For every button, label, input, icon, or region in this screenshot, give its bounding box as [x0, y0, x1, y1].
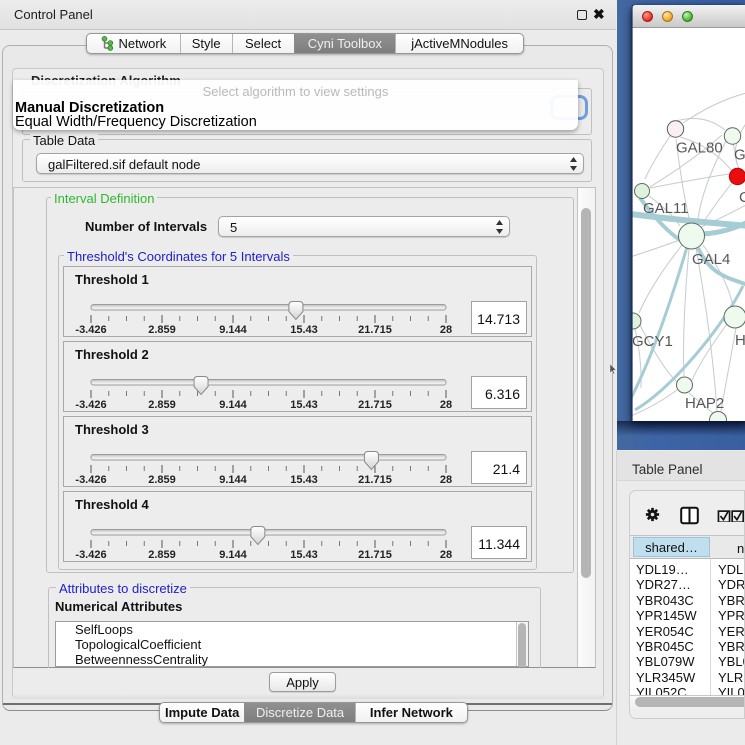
svg-text:2.859: 2.859: [148, 399, 176, 411]
svg-text:-3.426: -3.426: [75, 399, 106, 411]
svg-text:9.144: 9.144: [219, 549, 247, 561]
svg-text:21.715: 21.715: [358, 324, 392, 336]
svg-text:-3.426: -3.426: [75, 324, 106, 336]
svg-text:2.859: 2.859: [148, 474, 176, 486]
svg-text:9.144: 9.144: [219, 399, 247, 411]
svg-text:15.43: 15.43: [290, 474, 318, 486]
svg-text:2.859: 2.859: [148, 549, 176, 561]
svg-text:H: H: [735, 332, 745, 349]
svg-text:28: 28: [440, 474, 452, 486]
svg-text:GCY1: GCY1: [632, 333, 673, 350]
svg-text:-3.426: -3.426: [75, 474, 106, 486]
svg-text:28: 28: [440, 549, 452, 561]
svg-text:9.144: 9.144: [219, 324, 247, 336]
svg-text:21.715: 21.715: [358, 399, 392, 411]
svg-text:GAL4: GAL4: [692, 251, 730, 268]
svg-text:GA: GA: [734, 147, 745, 164]
svg-text:GAL11: GAL11: [643, 200, 689, 217]
svg-text:21.715: 21.715: [358, 549, 392, 561]
svg-text:28: 28: [440, 399, 452, 411]
svg-text:2.859: 2.859: [148, 324, 176, 336]
svg-text:15.43: 15.43: [290, 399, 318, 411]
svg-text:-3.426: -3.426: [75, 549, 106, 561]
svg-text:C: C: [739, 189, 745, 206]
svg-text:28: 28: [440, 324, 452, 336]
svg-text:GAL80: GAL80: [676, 140, 723, 157]
svg-text:HAP2: HAP2: [685, 395, 724, 412]
svg-text:15.43: 15.43: [290, 549, 318, 561]
svg-text:21.715: 21.715: [358, 474, 392, 486]
svg-text:9.144: 9.144: [219, 474, 247, 486]
svg-text:15.43: 15.43: [290, 324, 318, 336]
